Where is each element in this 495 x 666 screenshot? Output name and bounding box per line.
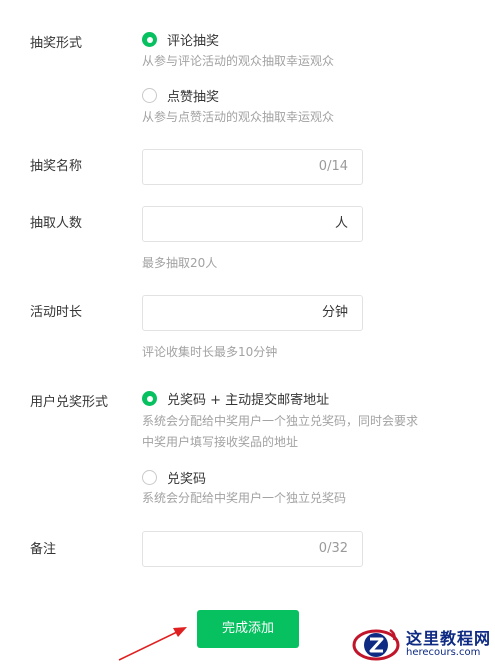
duration-label: 活动时长	[30, 305, 83, 320]
radio-unchecked-icon	[142, 470, 157, 485]
option-description: 系统会分配给中奖用户一个独立兑奖码	[142, 491, 347, 505]
radio-label: 兑奖码 + 主动提交邮寄地址	[167, 393, 330, 408]
watermark-title: 这里教程网	[406, 629, 492, 648]
lottery-name-input[interactable]: 0/14	[142, 149, 363, 185]
radio-label: 兑奖码	[167, 472, 207, 487]
radio-unchecked-icon	[142, 88, 157, 103]
radio-like-lottery[interactable]: 点赞抽奖	[142, 86, 219, 105]
unit-suffix: 人	[334, 216, 348, 231]
annotation-arrow-icon	[118, 627, 187, 661]
duration-input[interactable]: 分钟	[142, 295, 363, 331]
remark-label: 备注	[30, 542, 57, 557]
watermark-url: herecours.com	[406, 647, 481, 658]
submit-button[interactable]: 完成添加	[197, 610, 299, 648]
watermark-logo-icon	[352, 628, 400, 661]
duration-hint: 评论收集时长最多10分钟	[142, 345, 278, 359]
site-watermark: 这里教程网 herecours.com	[346, 622, 491, 666]
radio-label: 评论抽奖	[167, 34, 220, 49]
unit-suffix: 分钟	[321, 305, 348, 320]
char-counter: 0/32	[318, 541, 348, 556]
radio-checked-icon	[142, 391, 157, 406]
option-description: 从参与点赞活动的观众抽取幸运观众	[142, 110, 335, 124]
radio-checked-icon	[142, 32, 157, 47]
lottery-name-label: 抽奖名称	[30, 159, 83, 174]
option-description: 系统会分配给中奖用户一个独立兑奖码，同时会要求	[142, 414, 419, 428]
redeem-mode-label: 用户兑奖形式	[30, 395, 109, 410]
radio-redeem-code[interactable]: 兑奖码	[142, 468, 206, 487]
radio-redeem-code-address[interactable]: 兑奖码 + 主动提交邮寄地址	[142, 389, 329, 408]
radio-label: 点赞抽奖	[167, 90, 220, 105]
winner-count-label: 抽取人数	[30, 216, 83, 231]
lottery-mode-label: 抽奖形式	[30, 36, 83, 51]
remark-input[interactable]: 0/32	[142, 531, 363, 567]
winner-count-input[interactable]: 人	[142, 206, 363, 242]
option-description: 中奖用户填写接收奖品的地址	[142, 435, 299, 449]
option-description: 从参与评论活动的观众抽取幸运观众	[142, 54, 335, 68]
char-counter: 0/14	[318, 159, 348, 174]
winner-count-hint: 最多抽取20人	[142, 256, 218, 270]
radio-comment-lottery[interactable]: 评论抽奖	[142, 30, 219, 49]
